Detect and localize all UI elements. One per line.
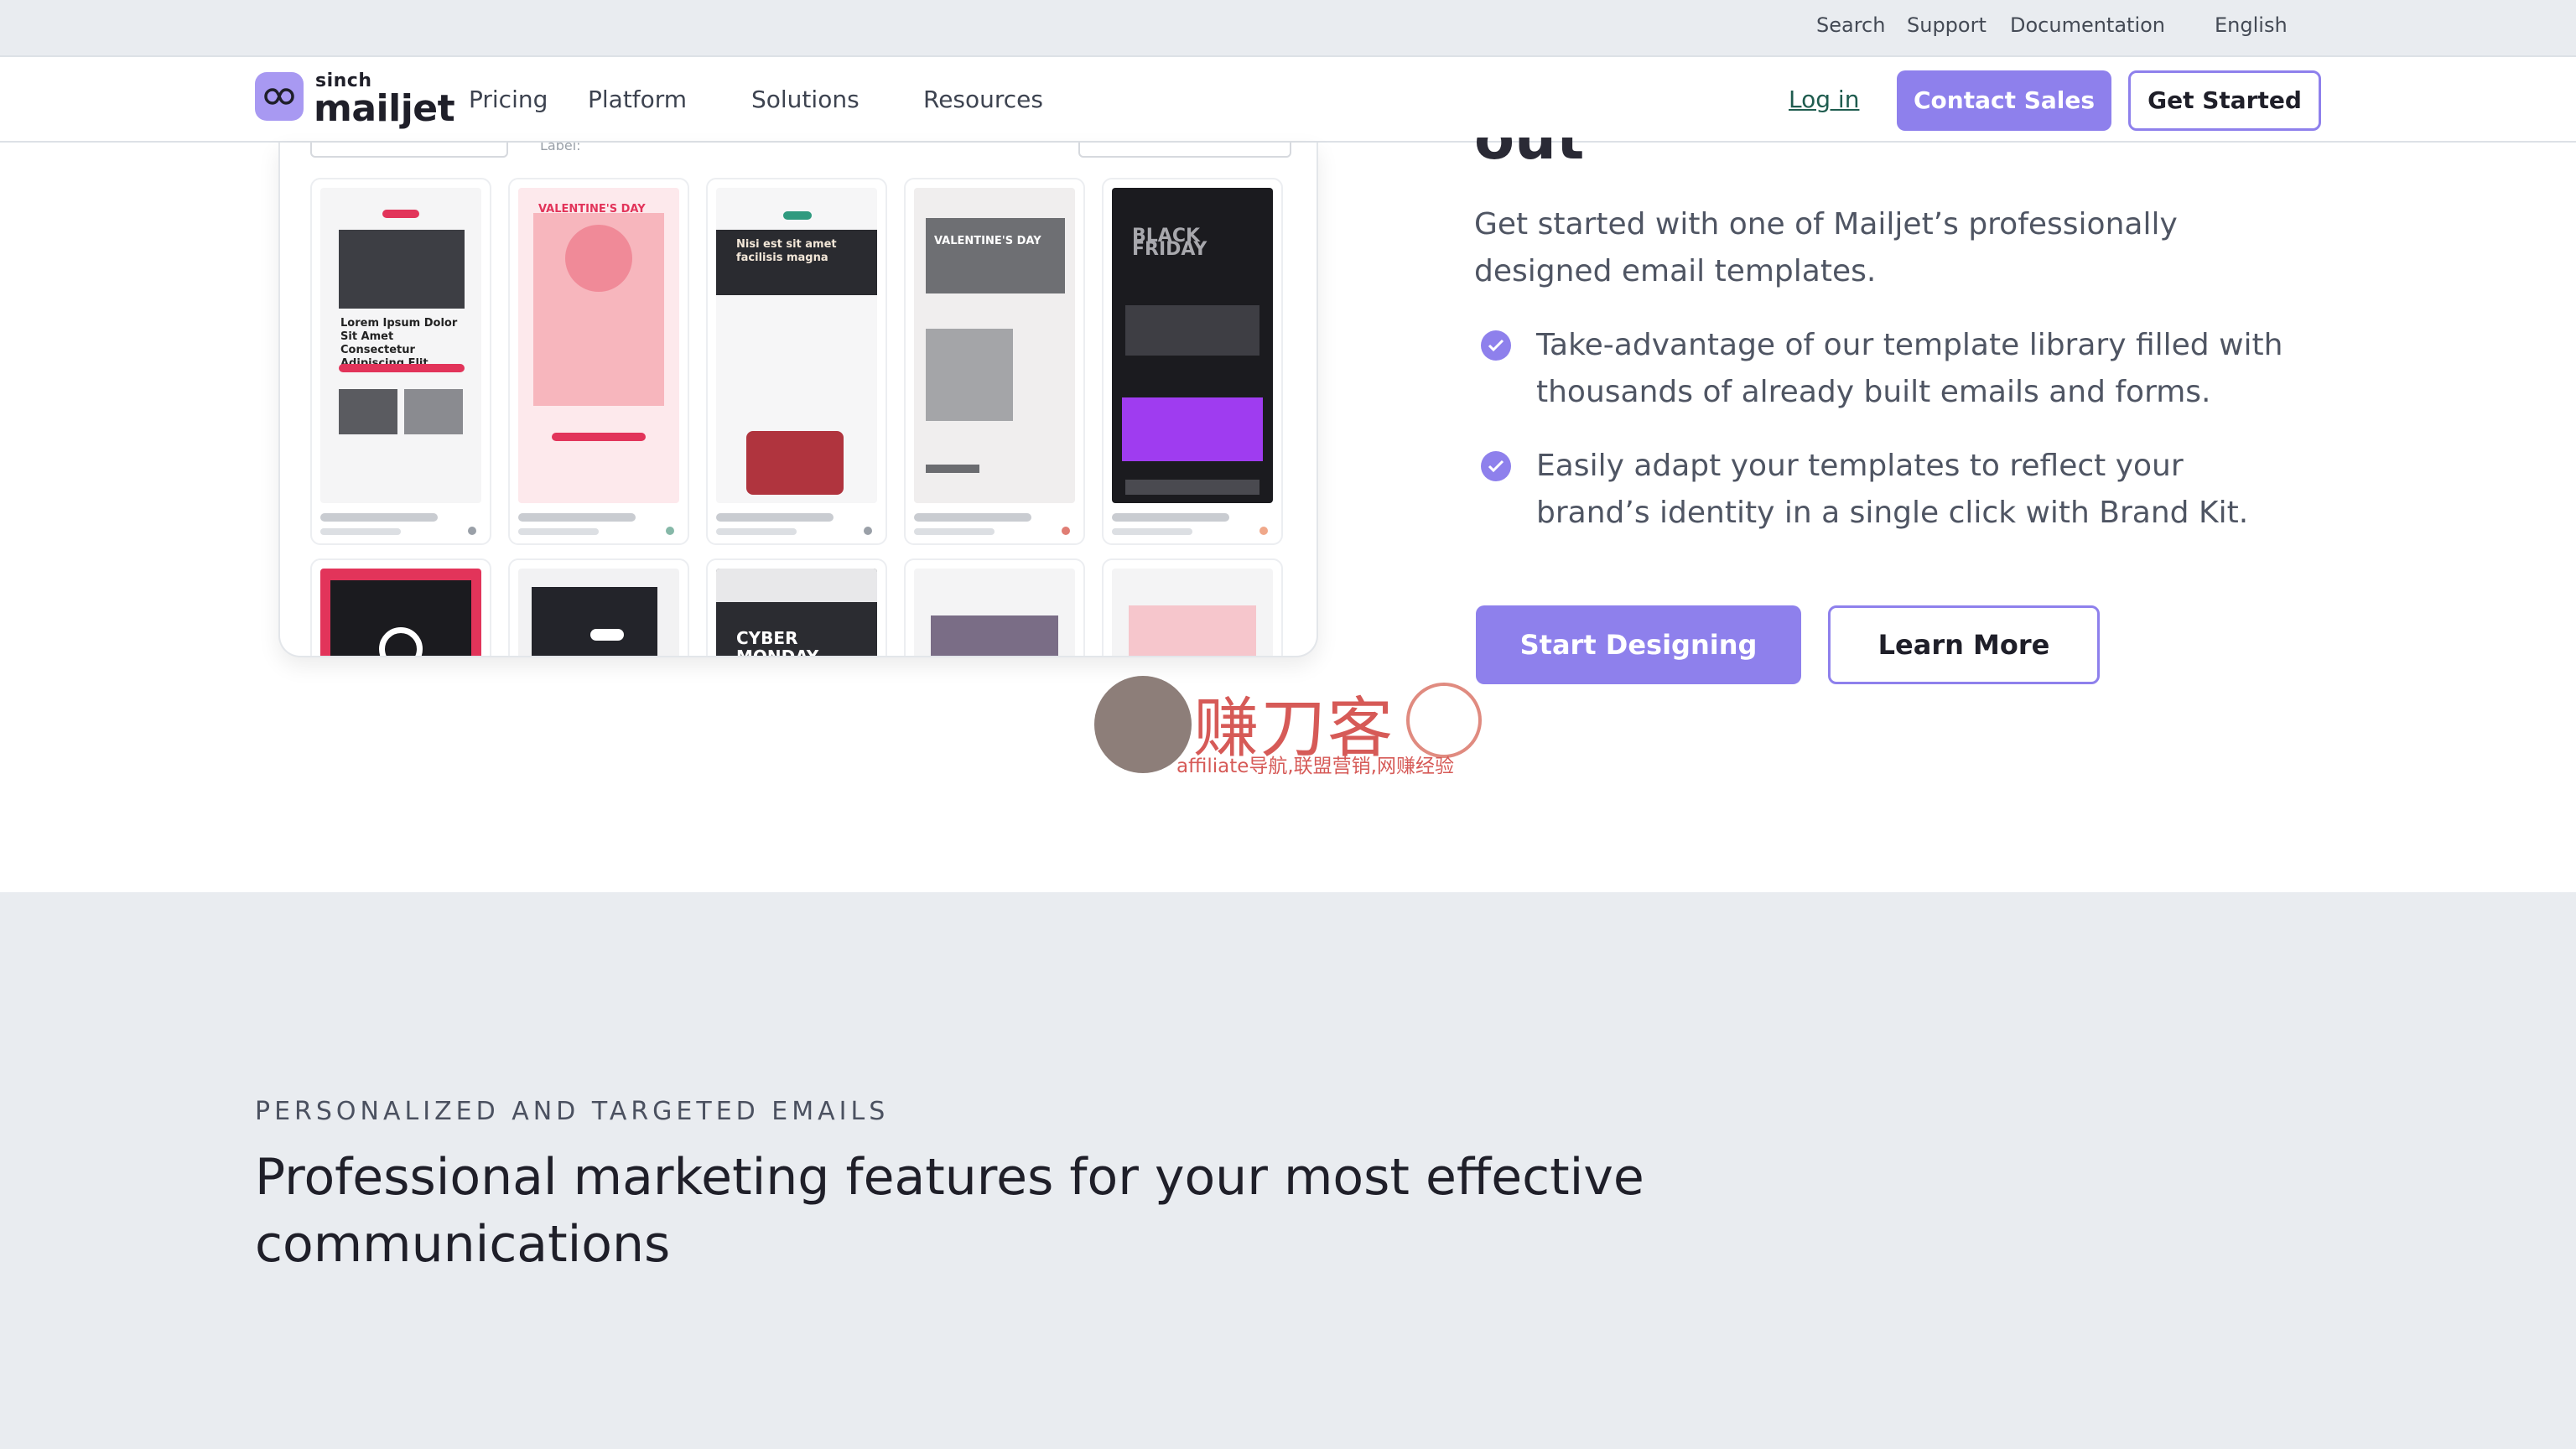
main-nav: sinch mailjet Pricing Platform Solutions… — [0, 55, 2576, 143]
template-search-field — [310, 143, 508, 158]
template-thumbnail: VALENTINE'S DAY — [914, 188, 1075, 503]
template-card[interactable] — [904, 558, 1085, 656]
feature-text: Easily adapt your templates to reflect y… — [1536, 449, 2249, 530]
template-sort-field — [1078, 143, 1291, 158]
template-card[interactable]: VALENTINE'S DAY — [904, 178, 1085, 545]
nav-pricing[interactable]: Pricing — [469, 86, 548, 113]
contact-sales-button[interactable]: Contact Sales — [1897, 70, 2111, 131]
check-circle-icon — [1481, 451, 1511, 481]
section-title: Professional marketing features for your… — [255, 1148, 1644, 1274]
coin-icon — [1406, 683, 1482, 758]
utility-bar: Search Support Documentation English — [0, 0, 2576, 55]
watermark-logo: 赚刀客 affiliate导航,联盟营销,网赚经验 — [1094, 673, 1482, 777]
start-designing-button[interactable]: Start Designing — [1476, 605, 1801, 684]
utility-search-link[interactable]: Search — [1816, 13, 1885, 37]
login-link[interactable]: Log in — [1789, 86, 1859, 113]
language-selector[interactable]: English — [2215, 13, 2288, 37]
hero-description: Get started with one of Mailjet’s profes… — [1474, 207, 2178, 288]
template-thumbnail: VALENTINE'S DAY — [518, 188, 679, 503]
template-card[interactable] — [310, 558, 491, 656]
brand-logo[interactable]: sinch mailjet — [255, 70, 455, 130]
template-card[interactable]: VALENTINE'S DAY — [508, 178, 689, 545]
template-thumbnail — [1112, 569, 1273, 656]
template-name: Lorem Ipsum Dolor Sit Amet Consectetur A… — [340, 317, 458, 370]
template-thumbnail: CYBER MONDAY — [716, 569, 877, 657]
template-thumbnail — [914, 569, 1075, 656]
utility-support-link[interactable]: Support — [1907, 13, 1987, 37]
template-name: VALENTINE'S DAY — [934, 235, 1041, 247]
template-library-preview: Label: Lorem Ipsum Dolor Sit Amet Consec… — [278, 143, 1318, 657]
template-name: Nisi est sit amet facilisis magna — [736, 238, 837, 264]
template-name: CYBER MONDAY — [736, 628, 819, 657]
template-thumbnail: Nisi est sit amet facilisis magna — [716, 188, 877, 503]
template-thumbnail — [320, 569, 481, 656]
utility-documentation-link[interactable]: Documentation — [2010, 13, 2165, 37]
learn-more-button[interactable]: Learn More — [1828, 605, 2100, 684]
nav-resources[interactable]: Resources — [923, 86, 1043, 113]
template-thumbnail — [518, 569, 679, 656]
template-card[interactable]: Nisi est sit amet facilisis magna — [706, 178, 887, 545]
template-card[interactable]: Lorem Ipsum Dolor Sit Amet Consectetur A… — [310, 178, 491, 545]
watermark-subtitle: affiliate导航,联盟营销,网赚经验 — [1176, 756, 1454, 777]
template-label-filter: Label: — [540, 143, 581, 153]
features-section: PERSONALIZED AND TARGETED EMAILS Profess… — [0, 892, 2576, 1449]
template-thumbnail: BLACK FRIDAY — [1112, 188, 1273, 503]
template-card[interactable]: CYBER MONDAY — [706, 558, 887, 657]
template-card[interactable] — [508, 558, 689, 656]
feature-text: Take-advantage of our template library f… — [1536, 328, 2283, 409]
section-eyebrow: PERSONALIZED AND TARGETED EMAILS — [255, 1097, 890, 1126]
template-thumbnail: Lorem Ipsum Dolor Sit Amet Consectetur A… — [320, 188, 481, 503]
template-name: BLACK FRIDAY — [1132, 226, 1208, 260]
logo-mailjet-text: mailjet — [314, 87, 455, 130]
template-card[interactable]: BLACK FRIDAY — [1102, 178, 1283, 545]
template-card[interactable] — [1102, 558, 1283, 656]
nav-solutions[interactable]: Solutions — [751, 86, 860, 113]
logo-mark-icon — [255, 72, 304, 121]
check-circle-icon — [1481, 330, 1511, 361]
template-name: VALENTINE'S DAY — [538, 203, 646, 216]
nav-platform[interactable]: Platform — [588, 86, 687, 113]
get-started-button[interactable]: Get Started — [2128, 70, 2321, 131]
